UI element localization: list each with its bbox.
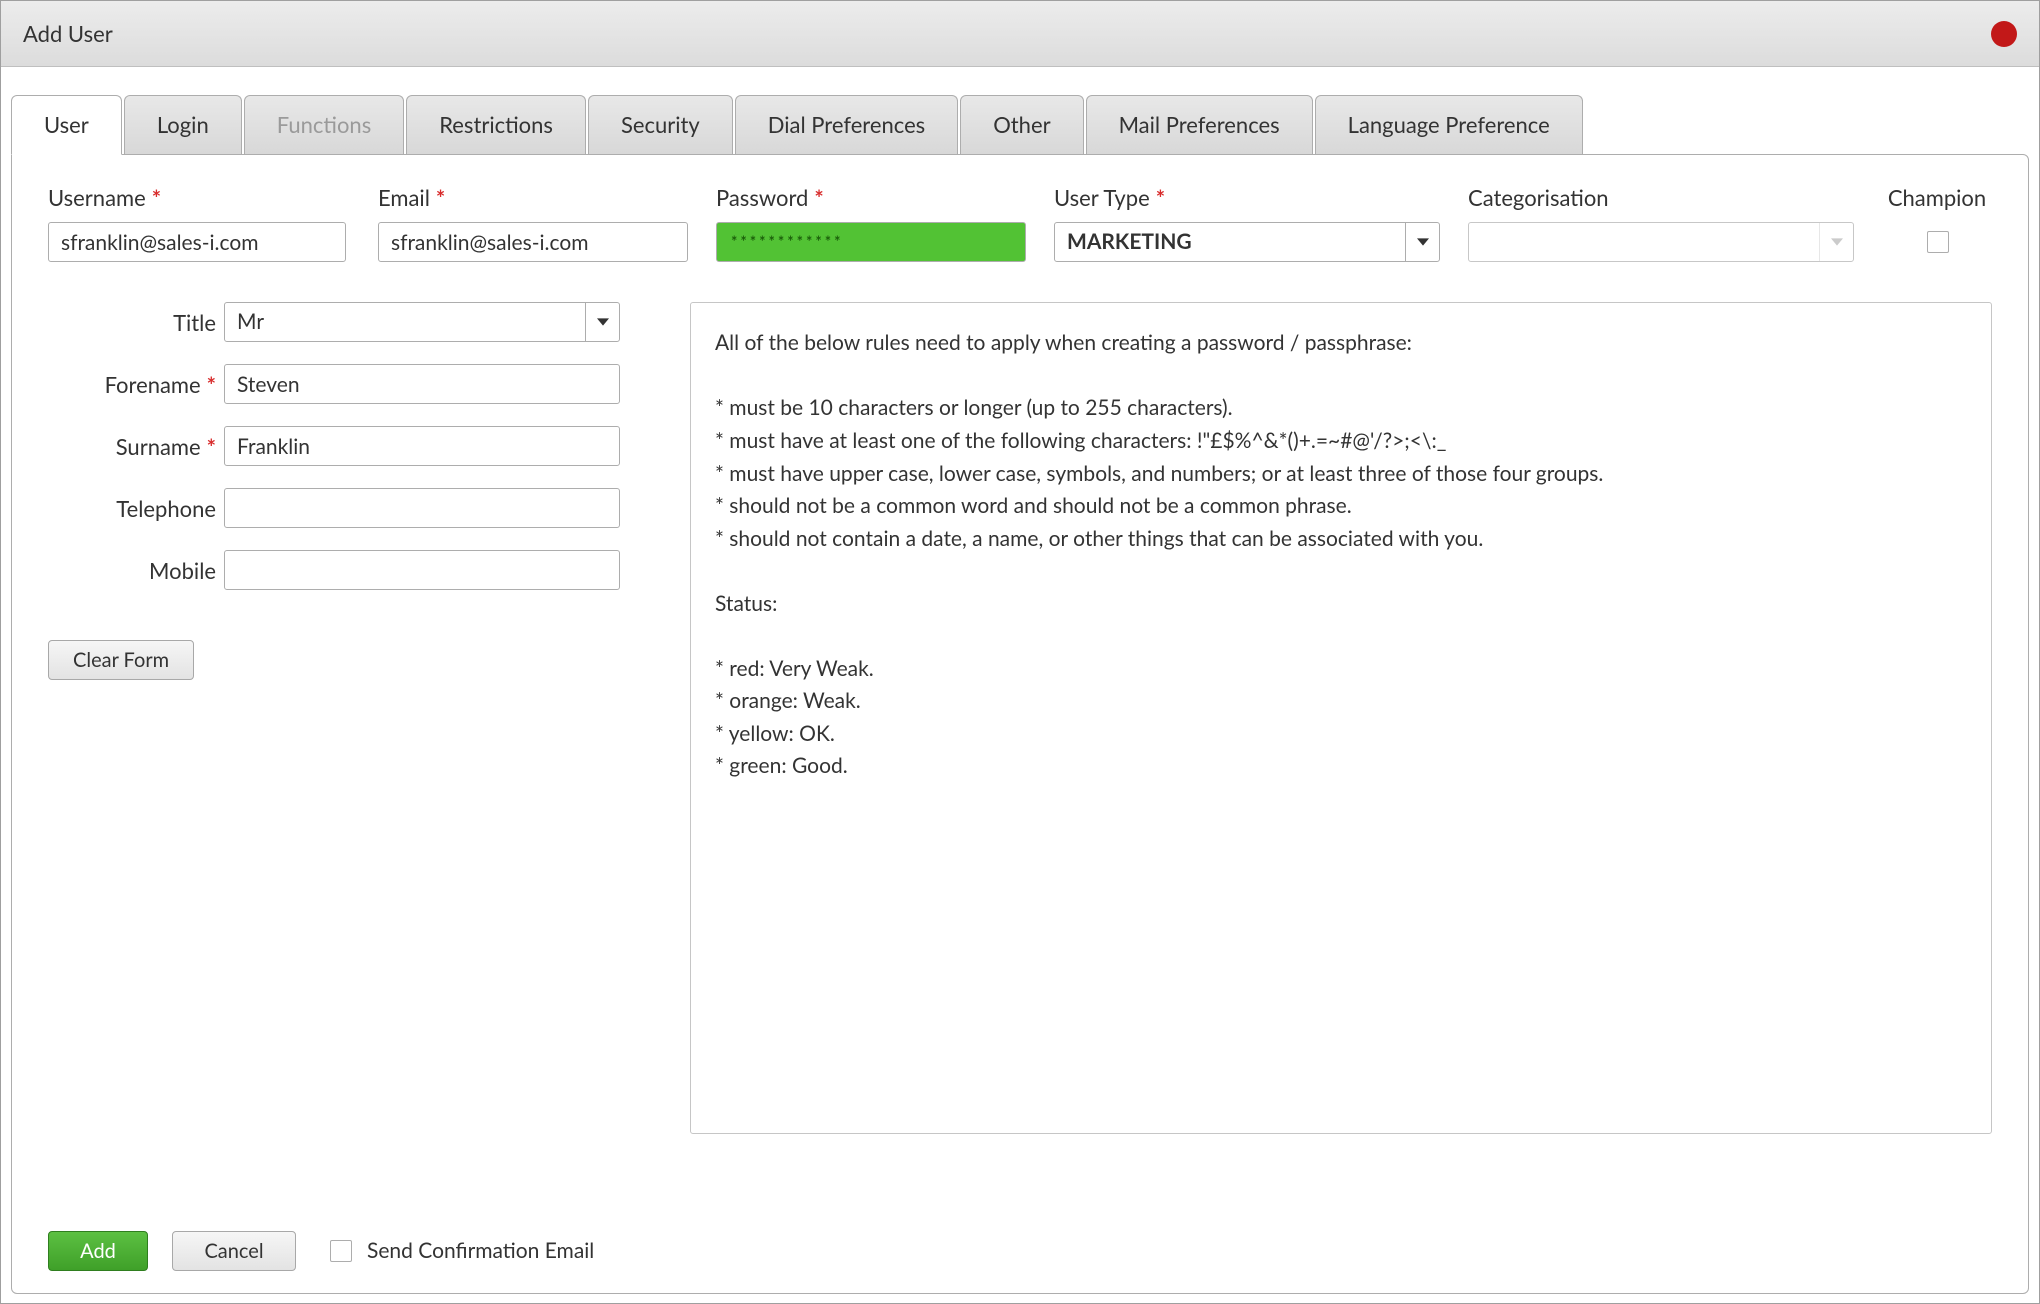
field-group-title: Title Mr xyxy=(48,302,630,342)
add-user-window: Add User User Login Functions Restrictio… xyxy=(0,0,2040,1304)
clear-form-button[interactable]: Clear Form xyxy=(48,640,194,680)
chevron-down-icon xyxy=(1819,223,1853,261)
tab-mail-preferences-label: Mail Preferences xyxy=(1119,111,1280,138)
title-select[interactable]: Mr xyxy=(224,302,620,342)
chevron-down-icon xyxy=(585,303,619,341)
mobile-input[interactable] xyxy=(224,550,620,590)
field-group-categorisation: Categorisation xyxy=(1468,183,1876,263)
field-group-champion: Champion xyxy=(1882,183,1992,263)
field-group-forename: Forename* xyxy=(48,364,630,404)
required-mark: * xyxy=(1156,184,1165,211)
cancel-button[interactable]: Cancel xyxy=(172,1231,296,1271)
password-masked-value: ************ xyxy=(731,232,844,252)
tab-dial-preferences-label: Dial Preferences xyxy=(768,111,925,138)
required-mark: * xyxy=(152,184,161,211)
send-confirmation-checkbox[interactable] xyxy=(330,1240,352,1262)
required-mark: * xyxy=(436,184,445,211)
password-input[interactable]: ************ xyxy=(716,222,1026,262)
titlebar: Add User xyxy=(1,1,2039,67)
tab-pane-user: Username* Email* Password* ************ … xyxy=(11,154,2029,1294)
telephone-input[interactable] xyxy=(224,488,620,528)
window-title: Add User xyxy=(23,19,113,49)
chevron-down-icon xyxy=(1405,223,1439,261)
cancel-button-label: Cancel xyxy=(204,1239,263,1263)
top-form-row: Username* Email* Password* ************ … xyxy=(48,183,1992,263)
field-group-surname: Surname* xyxy=(48,426,630,466)
password-rules-panel: All of the below rules need to apply whe… xyxy=(690,302,1992,1134)
username-label: Username xyxy=(48,184,146,211)
field-group-telephone: Telephone xyxy=(48,488,630,528)
forename-input[interactable] xyxy=(224,364,620,404)
field-group-username: Username* xyxy=(48,183,378,263)
usertype-label: User Type xyxy=(1054,184,1150,211)
field-group-password: Password* ************ xyxy=(716,183,1054,263)
tab-other-label: Other xyxy=(993,111,1050,138)
tab-user-label: User xyxy=(44,111,89,138)
title-label: Title xyxy=(173,309,216,336)
telephone-label: Telephone xyxy=(116,495,216,522)
password-label: Password xyxy=(716,184,808,211)
tab-user[interactable]: User xyxy=(11,95,122,155)
usertype-select[interactable]: MARKETING xyxy=(1054,222,1440,262)
categorisation-label: Categorisation xyxy=(1468,184,1609,211)
surname-input[interactable] xyxy=(224,426,620,466)
tab-functions: Functions xyxy=(244,95,405,154)
send-confirmation-label: Send Confirmation Email xyxy=(367,1237,594,1265)
lower-section: Title Mr Forename* Surname* Telephone xyxy=(48,302,1992,1134)
field-group-mobile: Mobile xyxy=(48,550,630,590)
clear-form-label: Clear Form xyxy=(73,648,169,672)
email-label: Email xyxy=(378,184,430,211)
tab-language-preference-label: Language Preference xyxy=(1348,111,1550,138)
username-input[interactable] xyxy=(48,222,346,262)
tab-login[interactable]: Login xyxy=(124,95,242,154)
required-mark: * xyxy=(207,433,216,460)
tab-other[interactable]: Other xyxy=(960,95,1083,154)
tab-restrictions-label: Restrictions xyxy=(439,111,553,138)
footer-actions: Add Cancel Send Confirmation Email xyxy=(48,1231,1992,1271)
required-mark: * xyxy=(814,184,823,211)
field-group-email: Email* xyxy=(378,183,716,263)
champion-checkbox[interactable] xyxy=(1927,231,1949,253)
title-value: Mr xyxy=(237,308,264,336)
tab-dial-preferences[interactable]: Dial Preferences xyxy=(735,95,958,154)
required-mark: * xyxy=(207,371,216,398)
categorisation-select[interactable] xyxy=(1468,222,1854,262)
add-button-label: Add xyxy=(80,1239,116,1263)
close-icon[interactable] xyxy=(1991,21,2017,47)
tab-restrictions[interactable]: Restrictions xyxy=(406,95,586,154)
tab-mail-preferences[interactable]: Mail Preferences xyxy=(1086,95,1313,154)
champion-label: Champion xyxy=(1888,184,1986,211)
tab-functions-label: Functions xyxy=(277,111,372,138)
mobile-label: Mobile xyxy=(149,557,216,584)
surname-label: Surname xyxy=(116,433,201,460)
usertype-value: MARKETING xyxy=(1067,228,1192,256)
add-button[interactable]: Add xyxy=(48,1231,148,1271)
send-confirmation-row[interactable]: Send Confirmation Email xyxy=(326,1237,594,1265)
personal-details-form: Title Mr Forename* Surname* Telephone xyxy=(48,302,630,680)
tab-security[interactable]: Security xyxy=(588,95,733,154)
forename-label: Forename xyxy=(105,371,201,398)
tabstrip: User Login Functions Restrictions Securi… xyxy=(11,95,2039,154)
email-input[interactable] xyxy=(378,222,688,262)
field-group-usertype: User Type* MARKETING xyxy=(1054,183,1468,263)
tab-security-label: Security xyxy=(621,111,700,138)
tab-language-preference[interactable]: Language Preference xyxy=(1315,95,1583,154)
tab-login-label: Login xyxy=(157,111,209,138)
